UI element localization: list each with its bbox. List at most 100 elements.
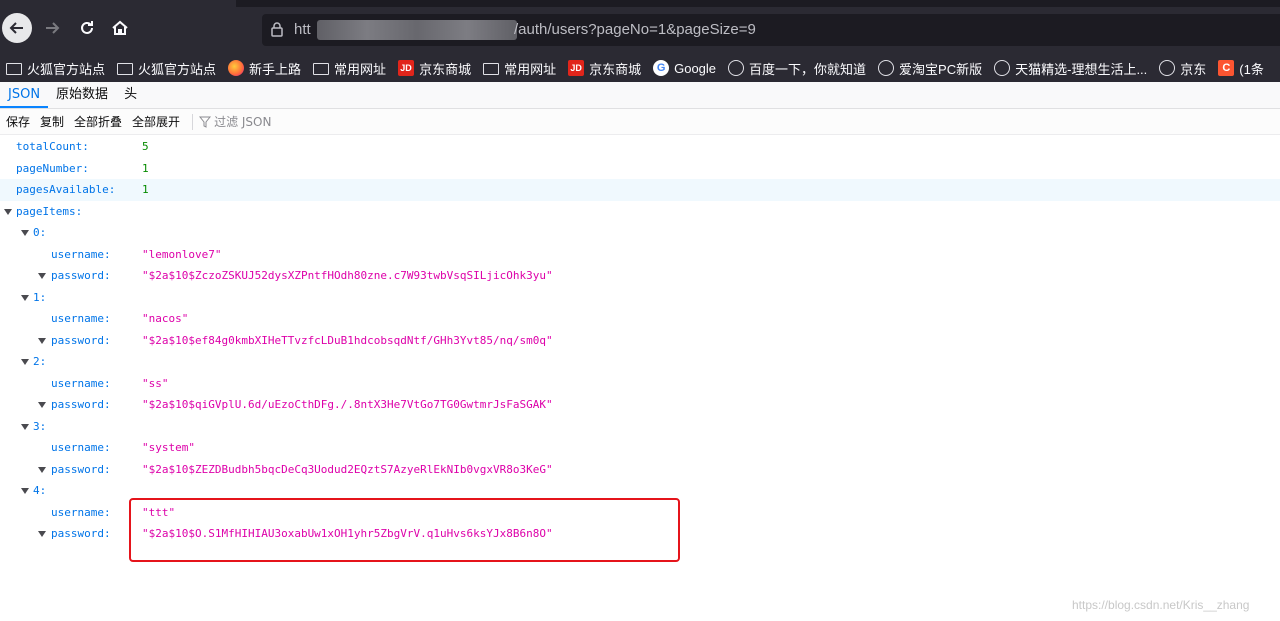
collapse-all-button[interactable]: 全部折叠 [74,113,122,130]
jd-icon: JD [398,60,415,76]
json-row-pagenumber[interactable]: pageNumber: 1 [0,158,1280,180]
bookmark-item[interactable]: JD 京东商城 [568,59,641,78]
browser-toolbar: htt /auth/users?pageNo=1&pageSize=9 [0,0,1280,54]
json-value: 5 [142,140,149,153]
url-redacted [317,20,517,40]
expand-triangle-icon[interactable] [21,423,29,430]
viewer-toolbar: 保存 复制 全部折叠 全部展开 过滤 JSON [0,109,1280,135]
google-icon: G [653,60,670,76]
json-value: "nacos" [142,312,189,325]
expand-all-button[interactable]: 全部展开 [132,113,180,130]
json-row-username[interactable]: username: "system" [0,437,1280,459]
json-row-totalcount[interactable]: totalCount: 5 [0,136,1280,158]
json-row-username[interactable]: username: "nacos" [0,308,1280,330]
json-value: "$2a$10$ZEZDBudbh5bqcDeCq3Uodud2EQztS7Az… [142,462,553,476]
bookmark-item[interactable]: 新手上路 [228,59,301,78]
json-key: 3: [33,419,47,433]
folder-icon [117,63,134,75]
json-value: "$2a$10$qiGVplU.6d/uEzoCthDFg./.8ntX3He7… [142,398,553,411]
expand-triangle-icon[interactable] [38,531,46,537]
copy-button[interactable]: 复制 [40,113,64,130]
bookmark-label: 百度一下，你就知道 [749,61,867,77]
filter-icon [199,116,212,128]
bookmark-label: (1条 [1239,61,1264,77]
expand-triangle-icon[interactable] [21,294,29,301]
json-key: 2: [33,355,47,368]
json-row-item-index[interactable]: 2: [0,351,1280,373]
firefox-icon [228,60,245,76]
back-button[interactable] [2,13,32,43]
url-text-suffix: /auth/users?pageNo=1&pageSize=9 [514,21,756,38]
save-button[interactable]: 保存 [6,113,30,130]
watermark: https://blog.csdn.net/Kris__zhang [1072,598,1250,612]
bookmark-item[interactable]: 天猫精选-理想生活上... [994,59,1147,78]
folder-icon [6,63,22,75]
expand-triangle-icon[interactable] [38,466,46,473]
bookmark-label: 常用网址 [504,61,557,77]
json-value: "lemonlove7" [142,247,222,261]
tab-json[interactable]: JSON [0,82,49,108]
bookmark-item[interactable]: 火狐官方站点 [117,59,216,78]
bookmark-label: 新手上路 [249,61,302,77]
bookmark-item[interactable]: 常用网址 [483,59,556,78]
reload-button[interactable] [73,14,101,42]
globe-icon [1159,60,1176,76]
json-value: 1 [142,161,149,175]
json-row-item-index[interactable]: 0: [0,222,1280,244]
bookmark-label: 爱淘宝PC新版 [899,61,983,77]
json-value: "$2a$10$ZczoZSKUJ52dysXZPntfHOdh80zne.c7… [142,269,553,282]
json-key: username: [51,505,111,519]
bookmark-item[interactable]: 京东 [1159,59,1206,78]
json-row-username[interactable]: username: "lemonlove7" [0,244,1280,266]
globe-icon [878,60,895,76]
json-key: totalCount: [16,140,89,153]
expand-triangle-icon[interactable] [21,359,29,365]
tab-headers[interactable]: 头 [116,82,145,108]
url-text-prefix: htt [294,21,311,38]
bookmark-item[interactable]: 常用网址 [313,59,386,78]
bookmark-item[interactable]: 火狐官方站点 [6,59,105,78]
json-key: 1: [33,290,47,304]
bookmark-label: 天猫精选-理想生活上... [1015,61,1148,77]
folder-icon [313,63,330,75]
json-row-password[interactable]: password: "$2a$10$qiGVplU.6d/uEzoCthDFg./… [0,394,1280,416]
forward-button[interactable] [38,14,66,42]
globe-icon [728,60,745,76]
expand-triangle-icon[interactable] [38,273,46,279]
json-key: password: [51,398,111,411]
tab-raw-data[interactable]: 原始数据 [48,82,116,108]
json-row-password[interactable]: password: "$2a$10$ZczoZSKUJ52dysXZPntfHOd… [0,265,1280,287]
address-bar[interactable]: htt /auth/users?pageNo=1&pageSize=9 [262,14,1280,46]
home-button[interactable] [106,14,134,42]
viewer-tabs: JSON 原始数据 头 [0,82,1280,109]
json-row-pagesavailable[interactable]: pagesAvailable: 1 [0,179,1280,201]
json-row-item-index[interactable]: 3: [0,416,1280,438]
json-key: password: [51,527,111,540]
json-key: username: [51,441,111,454]
json-value: "system" [142,441,195,454]
json-row-item-index[interactable]: 1: [0,287,1280,309]
bookmarks-bar: 火狐官方站点 火狐官方站点 新手上路 常用网址 JD 京东商城 常用网址 JD 京东商城 G Goo… [0,54,1280,82]
expand-triangle-icon[interactable] [38,402,46,408]
expand-triangle-icon[interactable] [38,337,46,344]
red-highlight-box [129,498,680,562]
json-key: password: [51,269,111,282]
bookmark-item[interactable]: G Google [653,60,716,76]
bookmark-item[interactable]: 爱淘宝PC新版 [878,59,982,78]
expand-triangle-icon[interactable] [21,230,29,236]
bookmark-item[interactable]: 百度一下，你就知道 [728,59,866,78]
back-arrow-icon [9,22,23,34]
json-row-password[interactable]: password: "$2a$10$ZEZDBudbh5bqcDeCq3Uodud… [0,459,1280,481]
json-row-password[interactable]: password: "$2a$10$ef84g0kmbXIHeTTvzfcLDuB… [0,330,1280,352]
bookmark-item[interactable]: C (1条 [1218,59,1264,78]
json-row-username[interactable]: username: "ss" [0,373,1280,395]
expand-triangle-icon[interactable] [4,208,12,215]
folder-icon [483,63,500,75]
filter-json-input[interactable]: 过滤 JSON [199,113,271,130]
lock-icon [270,21,284,41]
bookmark-item[interactable]: JD 京东商城 [398,59,471,78]
reload-icon [81,21,93,34]
json-value: "$2a$10$ef84g0kmbXIHeTTvzfcLDuB1hdcobsqd… [142,333,553,347]
json-row-pageitems[interactable]: pageItems: [0,201,1280,223]
expand-triangle-icon[interactable] [21,488,29,494]
